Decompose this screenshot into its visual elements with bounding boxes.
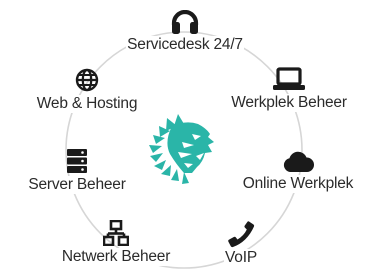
- service-label: Web & Hosting: [35, 95, 139, 113]
- globe-icon: [75, 68, 99, 92]
- server-icon: [66, 148, 88, 174]
- service-label: Werkplek Beheer: [230, 94, 348, 112]
- service-servicedesk[interactable]: Servicedesk 24/7: [112, 9, 258, 54]
- phone-icon: [227, 220, 255, 248]
- service-voip[interactable]: VoIP: [211, 220, 271, 267]
- services-diagram: Servicedesk 24/7 Web & Hosting Werkplek …: [0, 0, 369, 271]
- service-label: VoIP: [224, 249, 258, 267]
- laptop-icon: [272, 67, 306, 91]
- service-label: Netwerk Beheer: [60, 248, 172, 266]
- service-label: Online Werkplek: [241, 175, 355, 193]
- service-label: Servicedesk 24/7: [126, 36, 244, 54]
- service-web-hosting[interactable]: Web & Hosting: [22, 68, 152, 113]
- lion-logo: [149, 114, 214, 184]
- cloud-icon: [282, 149, 315, 173]
- headset-icon: [170, 9, 200, 34]
- network-icon: [102, 219, 130, 247]
- service-werkplek-beheer[interactable]: Werkplek Beheer: [217, 67, 361, 112]
- service-label: Server Beheer: [27, 176, 127, 194]
- service-netwerk-beheer[interactable]: Netwerk Beheer: [43, 219, 189, 266]
- service-server-beheer[interactable]: Server Beheer: [9, 148, 145, 194]
- service-online-werkplek[interactable]: Online Werkplek: [226, 149, 369, 193]
